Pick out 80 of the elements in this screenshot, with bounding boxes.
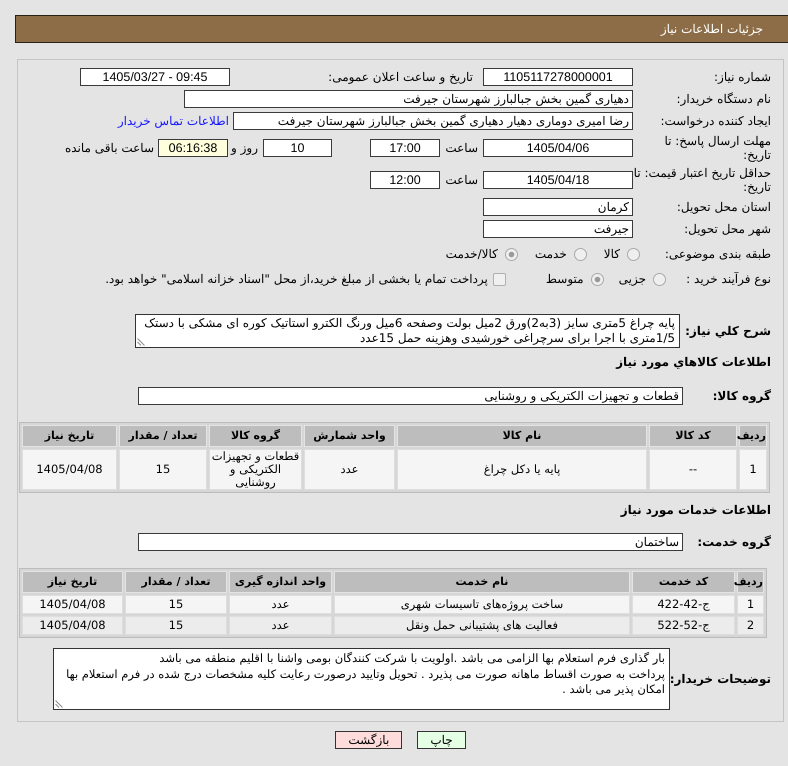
requester-field[interactable]: رضا امیری دوماری دهیار دهیاری گمین بخش جبالبارز شهرستان جیرفت [233,112,633,130]
column-header: ردیف [739,425,767,447]
field-label: گروه خدمت: [697,534,771,548]
goods-group-field[interactable]: قطعات و تجهیزات الکتریکی و روشنایی [138,386,683,404]
table-cell: عدد [229,616,332,635]
table-cell: 1 [737,595,764,614]
table-cell: ساخت پروژه‌های تاسیسات شهری [334,595,630,614]
city-field[interactable]: جیرفت [483,220,633,238]
radio-label: کالا [604,246,620,263]
days-field[interactable]: 10 [263,139,332,157]
field-label: طبقه بندی موضوعی: [664,247,771,261]
checkbox-label: پرداخت تمام یا بخشی از مبلغ خرید،از محل "اسناد خزانه اسلامی" خواهد بود. [105,271,488,288]
print-button[interactable]: چاپ [417,731,466,749]
table-cell: ج-52-522 [632,616,735,635]
field-label: نوع فرآیند خرید : [686,272,771,286]
field-label: حداقل تاریخ اعتبار قیمت: تا تاریخ: [634,166,771,194]
column-header: واحد اندازه گیری [229,571,332,593]
section-title: اطلاعات کالاهاي مورد نياز [616,354,771,371]
announcement-date-field[interactable]: 1405/03/27 - 09:45 [80,68,230,86]
column-header: تعداد / مقدار [125,571,227,593]
column-header: کد خدمت [632,571,735,593]
deadline-time-field[interactable]: 17:00 [370,139,440,157]
table-cell: پایه یا دکل چراغ [397,449,647,490]
table-cell: عدد [229,595,332,614]
column-header: کد کالا [649,425,737,447]
resize-handle-icon [137,338,145,346]
field-label: تاریخ و ساعت اعلان عمومی: [328,70,473,84]
back-button[interactable]: بازگشت [335,731,402,749]
field-label: استان محل تحویل: [676,200,771,214]
table-cell: 15 [125,595,227,614]
field-label: گروه کالا: [712,388,771,402]
contact-info-link[interactable]: اطلاعات تماس خریدار [118,112,229,130]
field-label: روز و [231,141,258,155]
table-cell: 15 [125,616,227,635]
table-cell: 1 [739,449,767,490]
field-label: ساعت باقی مانده [64,140,154,157]
field-label: ساعت [445,173,478,187]
table-cell: 2 [737,616,764,635]
field-label: نام دستگاه خریدار: [676,92,771,106]
field-label: ساعت [445,141,478,155]
field-label: ایجاد کننده درخواست: [660,114,771,128]
validity-time-field[interactable]: 12:00 [370,171,440,189]
table-cell: 1405/04/08 [22,595,123,614]
buyer-org-field[interactable]: دهیاری گمین بخش جبالبارز شهرستان جیرفت [184,90,633,108]
section-title: اطلاعات خدمات مورد نیاز [620,502,771,519]
radio-label: متوسط [546,271,584,288]
description-textarea[interactable]: پایه چراغ 5متری سایز (3به2)ورق 2میل بولت وصفحه 6میل ورنگ الکترو استاتیک کوره ای مشکی با دستک 1/5متری با اجرا برای سرچراغی خورشیدی وهزینه حمل 15عدد [135,314,680,348]
table-cell: 1405/04/08 [22,616,123,635]
column-header: تعداد / مقدار [119,425,207,447]
table-cell: ج-42-422 [632,595,735,614]
field-label: مهلت ارسال پاسخ: تا تاریخ: [664,134,771,162]
remaining-time-field[interactable]: 06:16:38 [158,139,228,157]
buyer-notes-textarea[interactable]: بار گذاری فرم استعلام بها الزامی می باشد .اولویت با شرکت کنندگان بومی واشنا با اقلیم منطقه می باشد پرداخت به صورت اقساط ماهانه صورت می پذیرد . تحویل وتایید درصورت رعایت کلیه مشخصات درج شده در فرم استعلام بها امکان پذیر می باشد . [53,648,670,710]
table-cell: عدد [304,449,395,490]
column-header: تاریخ نیاز [22,571,123,593]
column-header: نام خدمت [334,571,630,593]
column-header: واحد شمارش [304,425,395,447]
table-cell: قطعات و تجهیزات الکتریکی و روشنایی [209,449,302,490]
services-group-field[interactable]: ساختمان [138,532,683,550]
column-header: گروه کالا [209,425,302,447]
province-field[interactable]: کرمان [483,198,633,216]
field-label: توضیحات خریدار: [670,672,771,686]
field-label: شماره نیاز: [714,70,771,84]
page-title: جزئیات اطلاعات نیاز [660,21,763,38]
deadline-date-field[interactable]: 1405/04/06 [483,139,633,157]
radio-label: جزیی [618,271,646,288]
radio-label: کالا/خدمت [446,246,498,263]
table-cell: 1405/04/08 [22,449,117,490]
need-number-field[interactable]: 1105117278000001 [483,68,633,86]
field-label: شرح کلي نياز: [685,324,771,338]
table-cell: 15 [119,449,207,490]
table-cell: فعالیت های پشتیبانی حمل ونقل [334,616,630,635]
field-label: شهر محل تحویل: [684,222,771,236]
table-cell: -- [649,449,737,490]
column-header: تاریخ نیاز [22,425,117,447]
radio-label: خدمت [534,246,567,263]
resize-handle-icon [55,700,63,708]
validity-date-field[interactable]: 1405/04/18 [483,171,633,189]
column-header: نام کالا [397,425,647,447]
column-header: ردیف [737,571,764,593]
